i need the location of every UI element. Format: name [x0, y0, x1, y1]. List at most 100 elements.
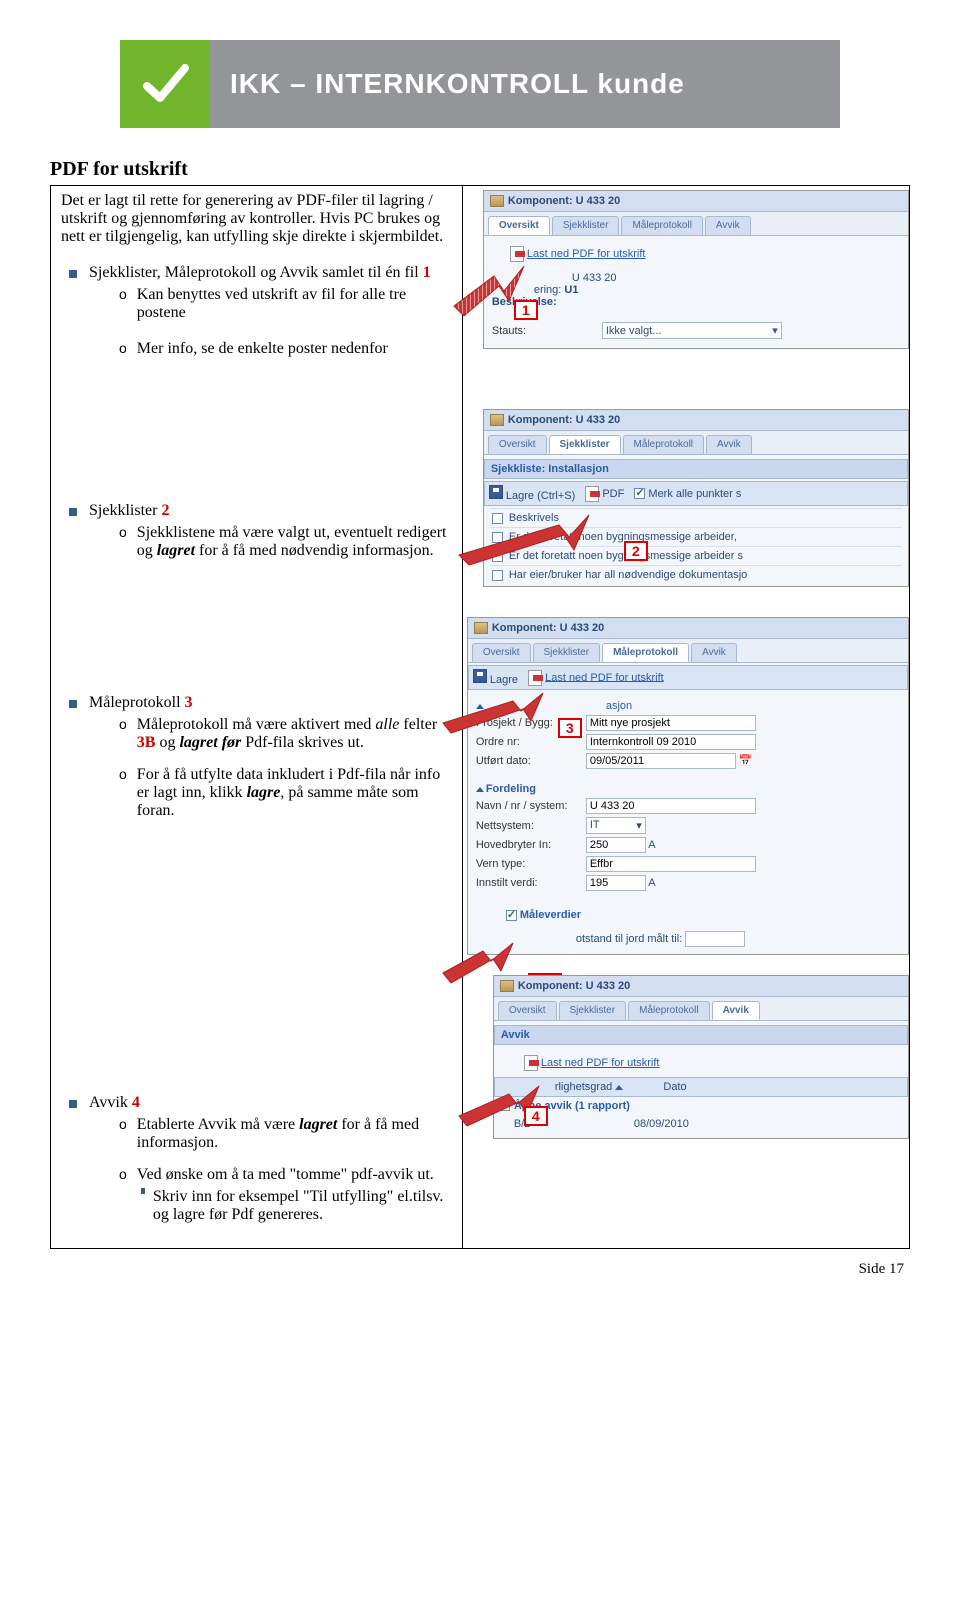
page-title: PDF for utskrift	[50, 158, 910, 181]
minus-icon[interactable]: −	[500, 1101, 510, 1111]
save-icon	[473, 669, 487, 683]
screenshot-sjekklister: Komponent: U 433 20 Oversikt Sjekklister…	[483, 409, 909, 587]
prosjekt-input[interactable]	[586, 715, 756, 731]
tab-oversikt[interactable]: Oversikt	[488, 435, 547, 454]
left-column: Det er lagt til rette for generering av …	[51, 186, 463, 1248]
checkbox[interactable]	[492, 513, 503, 524]
malev-input[interactable]	[685, 931, 745, 947]
circle-icon: o	[119, 716, 127, 752]
checkbox[interactable]	[492, 570, 503, 581]
collapse-icon[interactable]	[476, 787, 484, 792]
maleverdier-checkbox[interactable]	[506, 910, 517, 921]
calendar-icon[interactable]: 📅	[739, 755, 753, 767]
save-button[interactable]: Lagre (Ctrl+S)	[489, 485, 575, 502]
b3-head: Måleprotokoll	[89, 694, 181, 711]
checkmark-icon	[120, 40, 210, 128]
chevron-down-icon: ▾	[636, 819, 642, 832]
col-dato[interactable]: Dato	[663, 1081, 686, 1093]
tab-sjekklister[interactable]: Sjekklister	[552, 216, 620, 235]
circle-icon: o	[119, 340, 127, 358]
tab-avvik[interactable]: Avvik	[691, 643, 737, 662]
intro-text: Det er lagt til rette for generering av …	[61, 192, 452, 246]
component-title: Komponent: U 433 20	[508, 195, 620, 207]
b1-head: Sjekklister, Måleprotokoll og Avvik saml…	[89, 264, 419, 281]
list-item[interactable]: Er det foretatt noen bygningsmessige arb…	[490, 546, 902, 565]
nett-select[interactable]: IT▾	[586, 817, 646, 834]
tab-maleprotokoll[interactable]: Måleprotokoll	[623, 435, 704, 454]
list-item[interactable]: Beskrivels	[490, 508, 902, 527]
checkbox[interactable]	[492, 551, 503, 562]
bullet-icon	[69, 700, 77, 708]
component-icon	[474, 622, 488, 634]
tab-maleprotokoll[interactable]: Måleprotokoll	[621, 216, 702, 235]
unit-label: A	[648, 839, 655, 851]
b4-num: 4	[132, 1094, 140, 1111]
b4-s2: Ved ønske om å ta med "tomme" pdf-avvik …	[137, 1166, 434, 1184]
tab-oversikt[interactable]: Oversikt	[498, 1001, 557, 1020]
tab-sjekklister[interactable]: Sjekklister	[549, 435, 621, 454]
list-item[interactable]: Har eier/bruker har all nødvendige dokum…	[490, 565, 902, 584]
component-title: Komponent: U 433 20	[492, 622, 604, 634]
hoved-label: Hovedbryter In:	[476, 839, 586, 851]
list-item[interactable]: Er det foretatt noen bygningsmessige arb…	[490, 527, 902, 546]
sjekkliste-header: Sjekkliste: Installasjon	[484, 459, 908, 479]
pdf-download-link[interactable]: Last ned PDF for utskrift	[541, 1057, 660, 1069]
tab-avvik[interactable]: Avvik	[706, 435, 752, 454]
banner-title: IKK – INTERNKONTROLL kunde	[230, 68, 685, 100]
hoved-input[interactable]	[586, 837, 646, 853]
vern-label: Vern type:	[476, 858, 586, 870]
b1-s2: Mer info, se de enkelte poster nedenfor	[137, 340, 388, 358]
ordre-input[interactable]	[586, 734, 756, 750]
bullet-icon	[69, 1100, 77, 1108]
inn-input[interactable]	[586, 875, 646, 891]
screenshot-oversikt: Komponent: U 433 20 Oversikt Sjekklister…	[483, 190, 909, 349]
checkbox[interactable]	[492, 532, 503, 543]
ering-label: ering:	[534, 284, 562, 296]
component-icon	[500, 980, 514, 992]
status-label: Stauts:	[492, 325, 602, 337]
save-icon	[489, 485, 503, 499]
b1-s1: Kan benyttes ved utskrift av fil for all…	[137, 286, 452, 322]
collapse-icon[interactable]	[476, 704, 484, 709]
tab-oversikt[interactable]: Oversikt	[472, 643, 531, 662]
date-input[interactable]	[586, 753, 736, 769]
check-all[interactable]: Merk alle punkter s	[634, 488, 741, 500]
status-select[interactable]: Ikke valgt...▾	[602, 322, 782, 339]
tab-sjekklister[interactable]: Sjekklister	[533, 643, 601, 662]
tab-avvik[interactable]: Avvik	[705, 216, 751, 235]
inn-label: Innstilt verdi:	[476, 877, 586, 889]
b4-s3: Skriv inn for eksempel "Til utfylling" e…	[153, 1188, 452, 1224]
bullet-icon	[69, 270, 77, 278]
component-title: Komponent: U 433 20	[508, 414, 620, 426]
pdf-download-link[interactable]: Last ned PDF for utskrift	[528, 670, 664, 686]
tab-avvik[interactable]: Avvik	[712, 1001, 760, 1020]
b2-num: 2	[161, 502, 169, 519]
vern-input[interactable]	[586, 856, 756, 872]
tab-maleprotokoll[interactable]: Måleprotokoll	[628, 1001, 709, 1020]
tab-sjekklister[interactable]: Sjekklister	[559, 1001, 627, 1020]
nett-label: Nettsystem:	[476, 820, 586, 832]
b3-s1: Måleprotokoll må være aktivert med alle …	[137, 716, 452, 752]
avvik-header: Avvik	[494, 1025, 908, 1045]
component-title: Komponent: U 433 20	[518, 980, 630, 992]
pdf-icon	[510, 246, 524, 262]
ering-value: U1	[564, 284, 578, 296]
circle-icon: o	[119, 524, 127, 560]
tab-oversikt[interactable]: Oversikt	[488, 216, 550, 235]
pdf-button[interactable]: PDF	[585, 486, 624, 502]
info-section-header: asjon	[606, 700, 632, 712]
tab-maleprotokoll[interactable]: Måleprotokoll	[602, 643, 689, 662]
utfort-label: Utført dato:	[476, 755, 586, 767]
chevron-down-icon: ▾	[772, 324, 778, 337]
screenshot-maleprotokoll: Komponent: U 433 20 Oversikt Sjekklister…	[467, 617, 909, 955]
header-banner: IKK – INTERNKONTROLL kunde	[120, 40, 840, 128]
unit-label: A	[648, 877, 655, 889]
save-button[interactable]: Lagre	[473, 669, 518, 686]
badge-2: 2	[624, 541, 648, 561]
navn-input[interactable]	[586, 798, 756, 814]
b3-s2: For å få utfylte data inkludert i Pdf-fi…	[137, 766, 452, 820]
col-alvorlighet[interactable]: rlighetsgrad	[555, 1081, 624, 1093]
b1-num: 1	[423, 264, 431, 281]
b3-num: 3	[185, 694, 193, 711]
pdf-download-link[interactable]: Last ned PDF for utskrift	[527, 248, 646, 260]
